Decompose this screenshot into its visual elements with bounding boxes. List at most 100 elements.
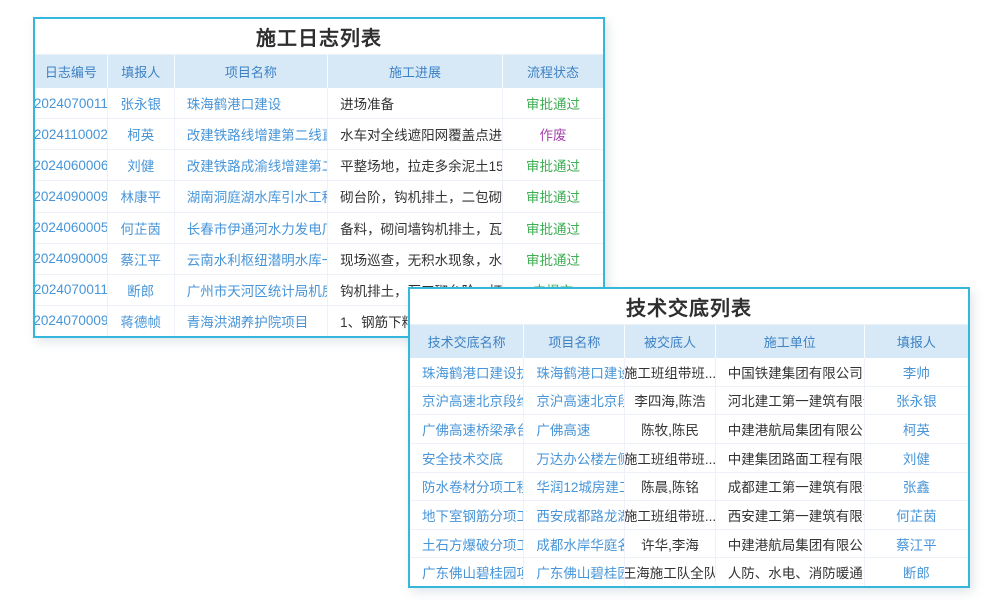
reporter-link[interactable]: 蔡江平 [108,244,175,274]
disclosure-name-link[interactable]: 广佛高速桥梁承台施... [410,415,524,443]
status-badge: 审批通过 [503,244,603,274]
project-link[interactable]: 成都水岸华庭名苑... [524,530,625,558]
contractor-cell: 西安建工第一建筑有限责任公司 [716,501,865,529]
column-header-disclosure-name: 技术交底名称 [410,325,524,358]
tech-disclosure-body: 珠海鹤港口建设抗浮... 珠海鹤港口建设 施工班组带班... 中国铁建集团有限公… [410,358,968,586]
project-link[interactable]: 珠海鹤港口建设 [524,358,625,386]
contractor-cell: 河北建工第一建筑有限责任公司 [716,387,865,415]
progress-cell: 砌台阶，钩机排土，二包砌间... [328,181,503,211]
reporter-link[interactable]: 李帅 [865,358,968,386]
table-row: 地下室钢筋分项工程... 西安成都路龙湖上... 施工班组带班... 西安建工第… [410,500,968,529]
table-row: 安全技术交底 万达办公楼左侧A... 施工班组带班... 中建集团路面工程有限公… [410,443,968,472]
progress-cell: 进场准备 [328,88,503,118]
status-badge: 审批通过 [503,213,603,243]
disclosure-name-link[interactable]: 京沪高速北京段维修... [410,387,524,415]
disclosee-cell: 王海施工队全队 [625,558,715,586]
disclosee-cell: 施工班组带班... [625,358,715,386]
log-id-link[interactable]: 2024060006 [35,150,108,180]
contractor-cell: 中国铁建集团有限公司 [716,358,865,386]
page: 施工日志列表 日志编号 填报人 项目名称 施工进展 流程状态 202407001… [0,0,1000,600]
progress-cell: 现场巡查，无积水现象，水马... [328,244,503,274]
disclosee-cell: 施工班组带班... [625,501,715,529]
project-link[interactable]: 华润12城房建工... [524,473,625,501]
table-row: 广东佛山碧桂园项目... 广东佛山碧桂园项目 王海施工队全队 人防、水电、消防暖… [410,557,968,586]
table-row: 2024090009 林康平 湖南洞庭湖水库引水工程... 砌台阶，钩机排土，二… [35,180,603,211]
contractor-cell: 中建港航局集团有限公司 [716,530,865,558]
reporter-link[interactable]: 张永银 [865,387,968,415]
table-row: 土石方爆破分项工程... 成都水岸华庭名苑... 许华,李海 中建港航局集团有限… [410,529,968,558]
progress-cell: 备料，砌间墙钩机排土，瓦工... [328,213,503,243]
project-link[interactable]: 云南水利枢纽潜明水库一... [175,244,328,274]
reporter-link[interactable]: 刘健 [108,150,175,180]
table-row: 2024110002 柯英 改建铁路线增建第二线直... 水车对全线遮阳网覆盖点… [35,118,603,149]
reporter-link[interactable]: 蔡江平 [865,530,968,558]
disclosure-name-link[interactable]: 安全技术交底 [410,444,524,472]
reporter-link[interactable]: 刘健 [865,444,968,472]
disclosure-name-link[interactable]: 广东佛山碧桂园项目... [410,558,524,586]
reporter-link[interactable]: 林康平 [108,181,175,211]
log-id-link[interactable]: 2024090009 [35,244,108,274]
progress-cell: 平整场地，拉走多余泥土15辆... [328,150,503,180]
status-badge: 审批通过 [503,88,603,118]
contractor-cell: 人防、水电、消防暖通 [716,558,865,586]
project-link[interactable]: 改建铁路成渝线增建第二... [175,150,328,180]
reporter-link[interactable]: 柯英 [865,415,968,443]
column-header-reporter: 填报人 [108,55,175,88]
project-link[interactable]: 京沪高速北京段维修 [524,387,625,415]
table-row: 广佛高速桥梁承台施... 广佛高速 陈牧,陈民 中建港航局集团有限公司 柯英 [410,414,968,443]
disclosee-cell: 许华,李海 [625,530,715,558]
column-header-log-id: 日志编号 [35,55,108,88]
table-row: 京沪高速北京段维修... 京沪高速北京段维修 李四海,陈浩 河北建工第一建筑有限… [410,386,968,415]
log-id-link[interactable]: 2024060005 [35,213,108,243]
table-row: 2024090009 蔡江平 云南水利枢纽潜明水库一... 现场巡查，无积水现象… [35,243,603,274]
reporter-link[interactable]: 柯英 [108,119,175,149]
tech-disclosure-panel: 技术交底列表 技术交底名称 项目名称 被交底人 施工单位 填报人 珠海鹤港口建设… [408,287,970,588]
column-header-project: 项目名称 [175,55,328,88]
disclosure-name-link[interactable]: 珠海鹤港口建设抗浮... [410,358,524,386]
status-badge: 审批通过 [503,150,603,180]
contractor-cell: 中建集团路面工程有限公司 [716,444,865,472]
log-id-link[interactable]: 2024090009 [35,181,108,211]
construction-log-header-row: 日志编号 填报人 项目名称 施工进展 流程状态 [35,55,603,88]
column-header-reporter: 填报人 [865,325,968,358]
disclosure-name-link[interactable]: 防水卷材分项工程施... [410,473,524,501]
log-id-link[interactable]: 2024110002 [35,119,108,149]
disclosee-cell: 陈牧,陈民 [625,415,715,443]
project-link[interactable]: 西安成都路龙湖上... [524,501,625,529]
project-link[interactable]: 改建铁路线增建第二线直... [175,119,328,149]
column-header-status: 流程状态 [503,55,603,88]
status-badge: 作废 [503,119,603,149]
tech-disclosure-header-row: 技术交底名称 项目名称 被交底人 施工单位 填报人 [410,325,968,358]
table-row: 2024060006 刘健 改建铁路成渝线增建第二... 平整场地，拉走多余泥土… [35,149,603,180]
reporter-link[interactable]: 张鑫 [865,473,968,501]
reporter-link[interactable]: 张永银 [108,88,175,118]
reporter-link[interactable]: 断郎 [108,275,175,305]
log-id-link[interactable]: 2024070009 [35,306,108,336]
table-row: 防水卷材分项工程施... 华润12城房建工... 陈晨,陈铭 成都建工第一建筑有… [410,472,968,501]
disclosure-name-link[interactable]: 土石方爆破分项工程... [410,530,524,558]
project-link[interactable]: 珠海鹤港口建设 [175,88,328,118]
disclosure-name-link[interactable]: 地下室钢筋分项工程... [410,501,524,529]
log-id-link[interactable]: 2024070011 [35,275,108,305]
reporter-link[interactable]: 蒋德帧 [108,306,175,336]
status-badge: 审批通过 [503,181,603,211]
reporter-link[interactable]: 何芷茵 [865,501,968,529]
disclosee-cell: 李四海,陈浩 [625,387,715,415]
reporter-link[interactable]: 断郎 [865,558,968,586]
log-id-link[interactable]: 2024070011 [35,88,108,118]
reporter-link[interactable]: 何芷茵 [108,213,175,243]
project-link[interactable]: 万达办公楼左侧A... [524,444,625,472]
project-link[interactable]: 广佛高速 [524,415,625,443]
column-header-progress: 施工进展 [328,55,503,88]
column-header-contractor: 施工单位 [716,325,865,358]
project-link[interactable]: 广州市天河区统计局机房... [175,275,328,305]
project-link[interactable]: 广东佛山碧桂园项目 [524,558,625,586]
construction-log-title: 施工日志列表 [35,19,603,55]
contractor-cell: 成都建工第一建筑有限责任公司 [716,473,865,501]
project-link[interactable]: 长春市伊通河水力发电厂... [175,213,328,243]
project-link[interactable]: 湖南洞庭湖水库引水工程... [175,181,328,211]
table-row: 2024060005 何芷茵 长春市伊通河水力发电厂... 备料，砌间墙钩机排土… [35,212,603,243]
table-row: 珠海鹤港口建设抗浮... 珠海鹤港口建设 施工班组带班... 中国铁建集团有限公… [410,358,968,386]
table-row: 2024070011 张永银 珠海鹤港口建设 进场准备 审批通过 [35,88,603,118]
project-link[interactable]: 青海洪湖养护院项目 [175,306,328,336]
